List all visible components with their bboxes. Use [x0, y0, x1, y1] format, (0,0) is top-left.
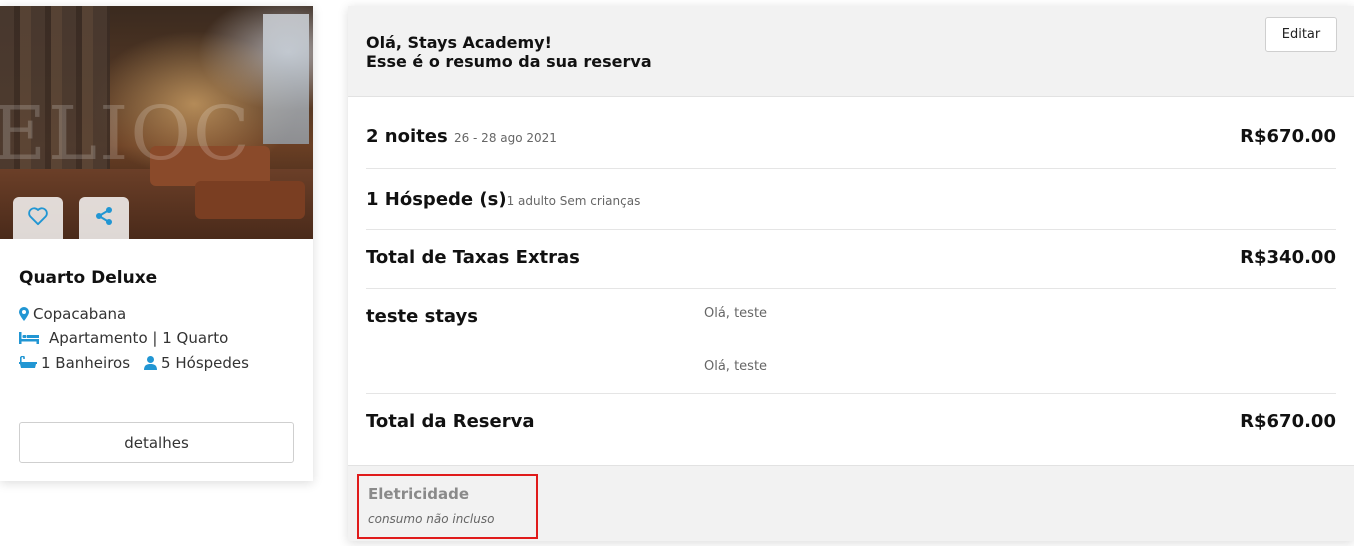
- details-button[interactable]: detalhes: [19, 422, 294, 463]
- heart-icon: [27, 206, 49, 230]
- edit-button[interactable]: Editar: [1265, 17, 1337, 52]
- nights-label: 2 noites: [366, 126, 448, 147]
- greeting: Olá, Stays Academy! Esse é o resumo da s…: [366, 33, 652, 71]
- photo-window: [263, 14, 309, 144]
- greeting-line-1: Olá, Stays Academy!: [366, 33, 552, 52]
- fee-item-description: Olá, teste: [704, 359, 768, 374]
- divider: [366, 168, 1336, 169]
- summary-header: Olá, Stays Academy! Esse é o resumo da s…: [348, 6, 1354, 97]
- user-icon: [144, 356, 158, 370]
- guests-detail: 1 adulto Sem crianças: [506, 194, 641, 208]
- divider: [366, 393, 1336, 394]
- location-text: Copacabana: [33, 305, 127, 323]
- greeting-line-2: Esse é o resumo da sua reserva: [366, 52, 652, 71]
- divider: [366, 229, 1336, 230]
- total-price: R$670.00: [1240, 411, 1336, 432]
- favorite-button[interactable]: [13, 197, 63, 239]
- nights-row: 2 noites 26 - 28 ago 2021: [366, 126, 557, 147]
- summary-footer: Eletricidade consumo não incluso: [348, 465, 1354, 541]
- extra-fees-label: Total de Taxas Extras: [366, 247, 580, 268]
- property-card: ELIOC Quarto Deluxe Copacabana Apartamen…: [0, 6, 313, 481]
- guests-label: 1 Hóspede (s): [366, 189, 507, 210]
- property-amenities: 1 Banheiros 5 Hóspedes: [19, 354, 249, 372]
- electricity-highlight: Eletricidade consumo não incluso: [357, 474, 538, 539]
- property-location: Copacabana: [19, 305, 126, 323]
- share-icon: [94, 206, 114, 230]
- bathrooms-text: 1 Banheiros: [41, 354, 131, 372]
- reservation-summary: Olá, Stays Academy! Esse é o resumo da s…: [348, 6, 1354, 541]
- guests-text: 5 Hóspedes: [161, 354, 249, 372]
- photo-watermark: ELIOC: [0, 91, 252, 177]
- extra-fees-price: R$340.00: [1240, 247, 1336, 268]
- fee-item-label: teste stays: [366, 306, 478, 327]
- total-label: Total da Reserva: [366, 411, 535, 432]
- nights-price: R$670.00: [1240, 126, 1336, 147]
- divider: [366, 288, 1336, 289]
- bathtub-icon: [19, 356, 37, 370]
- electricity-title: Eletricidade: [368, 485, 470, 503]
- fee-item-description: Olá, teste: [704, 306, 768, 321]
- nights-dates: 26 - 28 ago 2021: [453, 131, 557, 145]
- property-photo[interactable]: ELIOC: [0, 6, 313, 239]
- property-title: Quarto Deluxe: [19, 268, 158, 288]
- electricity-note: consumo não incluso: [368, 512, 495, 526]
- bed-icon: [19, 331, 39, 345]
- guests-row: 1 Hóspede (s)1 adulto Sem crianças: [366, 189, 640, 210]
- property-type: Apartamento | 1 Quarto: [19, 329, 228, 347]
- type-text: Apartamento | 1 Quarto: [49, 329, 229, 347]
- map-pin-icon: [19, 307, 29, 321]
- share-button[interactable]: [79, 197, 129, 239]
- photo-armchair: [195, 181, 305, 219]
